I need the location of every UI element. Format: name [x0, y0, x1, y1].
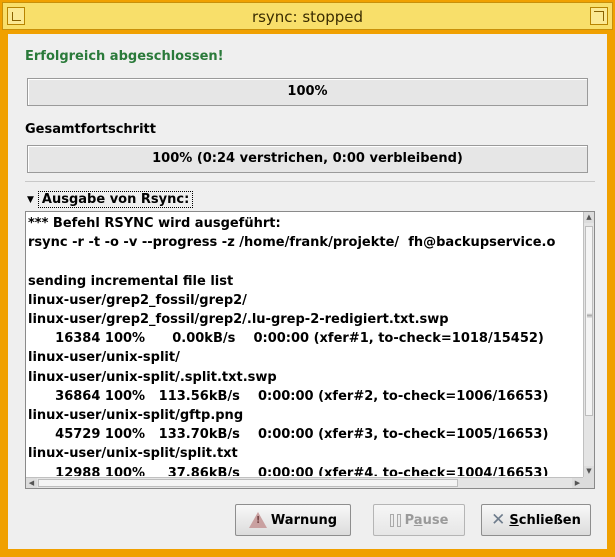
output-line: rsync -r -t -o -v --progress -z /home/fr… — [28, 235, 556, 251]
pause-label-post: use — [422, 512, 449, 528]
output-line: 12988 100% 37.86kB/s 0:00:00 (xfer#4, to… — [28, 465, 549, 476]
dialog-body: Erfolgreich abgeschlossen! 100% Gesamtfo… — [8, 34, 607, 549]
expander-triangle-icon: ▼ — [27, 194, 34, 205]
horizontal-scroll-thumb[interactable] — [38, 479, 458, 487]
total-progress-label: Gesamtfortschritt — [25, 122, 156, 137]
output-line: linux-user/unix-split/ — [28, 350, 180, 366]
warning-button[interactable]: Warnung — [235, 504, 351, 536]
output-lines: *** Befehl RSYNC wird ausgeführt: rsync -… — [28, 214, 582, 476]
output-line: *** Befehl RSYNC wird ausgeführt: — [28, 216, 281, 231]
status-message: Erfolgreich abgeschlossen! — [25, 49, 224, 64]
scroll-down-icon[interactable]: ▼ — [584, 466, 594, 477]
horizontal-scrollbar[interactable]: ◀ ▶ — [26, 477, 583, 488]
close-label-rest: chließen — [518, 512, 581, 528]
output-line: linux-user/unix-split/split.txt — [28, 446, 238, 462]
scroll-corner — [583, 477, 594, 488]
warning-icon — [248, 512, 267, 528]
title-bar[interactable]: rsync: stopped — [2, 2, 613, 30]
output-line: linux-user/unix-split/gftp.png — [28, 408, 244, 424]
output-line: linux-user/grep2_fossil/grep2/ — [28, 292, 247, 308]
maximize-icon[interactable] — [590, 7, 608, 25]
output-line: 16384 100% 0.00kB/s 0:00:00 (xfer#1, to-… — [28, 331, 544, 347]
total-progress-text: 100% (0:24 verstrichen, 0:00 verbleibend… — [152, 151, 463, 166]
total-progress-bar: 100% (0:24 verstrichen, 0:00 verbleibend… — [27, 145, 588, 173]
pause-button[interactable]: Pause — [373, 504, 465, 536]
output-expander-label: Ausgabe von Rsync: — [37, 191, 194, 208]
output-line: sending incremental file list — [28, 273, 234, 289]
scroll-left-icon[interactable]: ◀ — [26, 478, 37, 488]
scroll-right-icon[interactable]: ▶ — [572, 478, 583, 488]
close-icon: ✕ — [491, 510, 506, 530]
pause-label-accel: a — [413, 512, 423, 528]
warning-button-label: Warnung — [270, 512, 338, 528]
output-line: 36864 100% 113.56kB/s 0:00:00 (xfer#2, t… — [28, 388, 549, 404]
app-window: rsync: stopped Erfolgreich abgeschlossen… — [0, 0, 615, 557]
output-line: linux-user/unix-split/.split.txt.swp — [28, 369, 277, 385]
close-label-accel: S — [509, 512, 519, 528]
window-title: rsync: stopped — [251, 8, 364, 26]
output-line: linux-user/grep2_fossil/grep2/.lu-grep-2… — [28, 312, 449, 328]
scroll-up-icon[interactable]: ▲ — [584, 212, 594, 223]
file-progress-bar: 100% — [27, 78, 588, 106]
rsync-output-text[interactable]: *** Befehl RSYNC wird ausgeführt: rsync -… — [25, 211, 595, 489]
close-button[interactable]: ✕ Schließen — [481, 504, 591, 536]
output-expander[interactable]: ▼ Ausgabe von Rsync: — [27, 189, 194, 210]
separator — [25, 181, 595, 182]
pause-button-label: Pause — [405, 513, 449, 528]
vertical-scrollbar[interactable]: ▲ ▼ — [583, 212, 594, 477]
close-button-label: Schließen — [509, 513, 581, 528]
file-progress-text: 100% — [287, 84, 328, 99]
pause-label-pre: P — [404, 512, 414, 528]
vertical-scroll-thumb[interactable] — [585, 226, 593, 416]
pause-icon — [389, 513, 401, 527]
output-line: 45729 100% 133.70kB/s 0:00:00 (xfer#3, t… — [28, 427, 549, 443]
